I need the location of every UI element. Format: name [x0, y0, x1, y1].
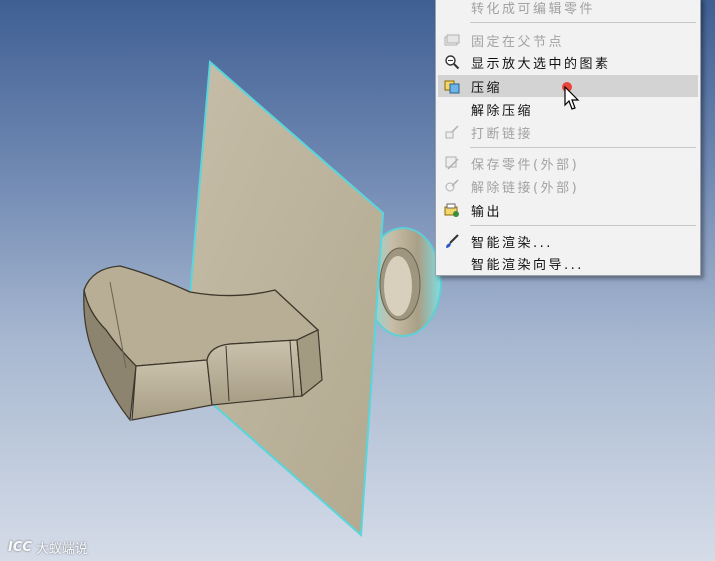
- menu-item-label: 智能渲染向导...: [471, 257, 584, 273]
- menu-item-smart-render-wizard[interactable]: 智能渲染向导...: [438, 252, 698, 274]
- menu-item-label: 解除链接(外部): [471, 180, 580, 196]
- menu-separator: [470, 147, 696, 148]
- menu-item-label: 显示放大选中的图素: [471, 56, 611, 72]
- export-icon: [443, 201, 461, 219]
- menu-separator: [470, 22, 696, 23]
- menu-item-label: 压缩: [471, 80, 503, 96]
- menu-item-save-part-external[interactable]: 保存零件(外部): [438, 152, 698, 174]
- watermark: ICC 大蚁端说: [8, 538, 88, 557]
- watermark-text: 大蚁端说: [35, 542, 88, 557]
- menu-item-smart-render[interactable]: 智能渲染...: [438, 230, 698, 252]
- menu-item-label: 输出: [471, 204, 503, 220]
- break-link-icon: [443, 123, 461, 141]
- blank-icon: [443, 254, 461, 272]
- blank-icon: [443, 0, 461, 16]
- arrow-cursor-icon: [564, 86, 580, 110]
- paint-brush-icon: [443, 232, 461, 250]
- menu-item-label: 打断链接: [471, 126, 534, 142]
- menu-item-label: 智能渲染...: [471, 235, 553, 251]
- blank-icon: [443, 100, 461, 118]
- menu-item-label: 保存零件(外部): [471, 157, 580, 173]
- menu-item-convert-to-editable[interactable]: 转化成可编辑零件: [438, 0, 698, 18]
- menu-item-export[interactable]: 输出: [438, 199, 698, 221]
- zoom-selection-icon: [443, 53, 461, 71]
- context-menu: 转化成可编辑零件 固定在父节点 显示放大选中的图素 压缩 解除压缩 打断链接 保…: [435, 0, 701, 276]
- menu-item-zoom-selected[interactable]: 显示放大选中的图素: [438, 51, 698, 73]
- menu-item-unlink-external[interactable]: 解除链接(外部): [438, 175, 698, 197]
- menu-item-break-link[interactable]: 打断链接: [438, 121, 698, 143]
- watermark-logo: ICC: [8, 540, 32, 555]
- save-external-icon: [443, 154, 461, 172]
- menu-item-label: 固定在父节点: [471, 34, 565, 50]
- unlink-external-icon: [443, 177, 461, 195]
- menu-item-label: 转化成可编辑零件: [471, 1, 596, 17]
- menu-item-label: 解除压缩: [471, 103, 534, 119]
- menu-item-fix-to-parent[interactable]: 固定在父节点: [438, 29, 698, 51]
- suppress-icon: [443, 77, 461, 95]
- pin-layers-icon: [443, 31, 461, 49]
- menu-separator: [470, 225, 696, 226]
